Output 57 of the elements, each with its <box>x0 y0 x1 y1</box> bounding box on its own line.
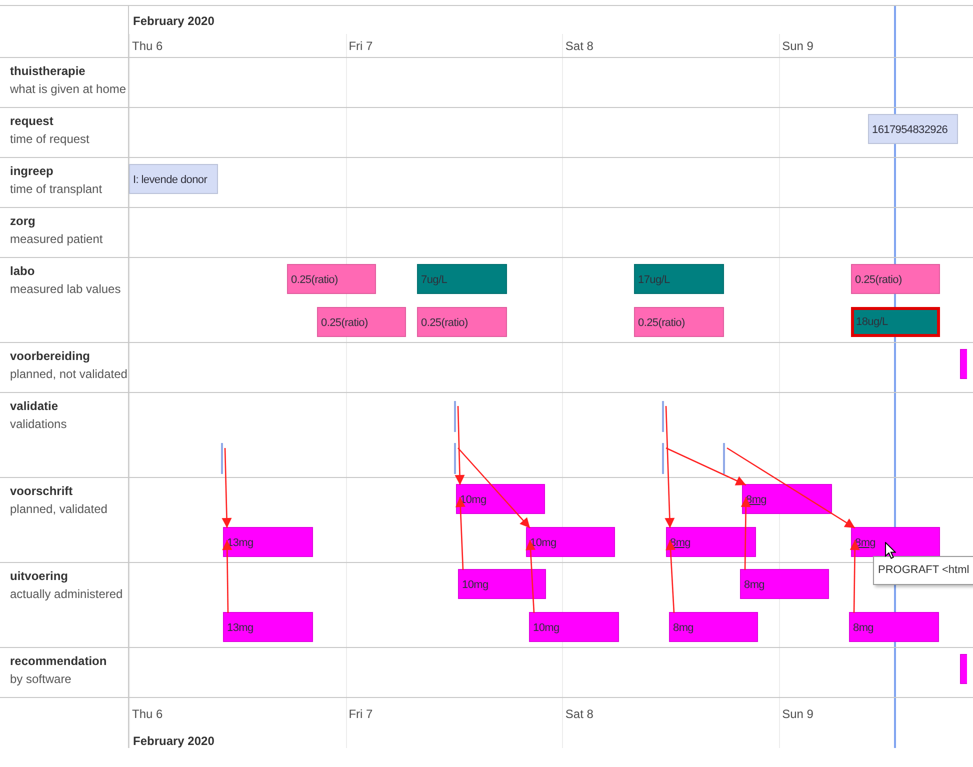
validation-marker[interactable] <box>454 401 456 432</box>
timeline-item[interactable]: 8mg <box>740 569 829 599</box>
timeline-item[interactable]: 17ug/L <box>634 264 724 294</box>
group-title: thuistherapie <box>10 63 86 80</box>
group-subtitle: time of transplant <box>10 181 102 198</box>
month-label: February 2020 <box>133 13 214 30</box>
timeline-item[interactable]: 0.25(ratio) <box>417 307 507 337</box>
group-subtitle: time of request <box>10 131 90 148</box>
group-title: request <box>10 113 54 130</box>
day-label: Fri 7 <box>348 706 373 723</box>
day-label: Thu 6 <box>132 38 163 55</box>
group-subtitle: planned, not validated <box>10 366 128 383</box>
group-subtitle: by software <box>10 671 72 688</box>
timeline-item[interactable]: 0.25(ratio) <box>317 307 406 337</box>
group-title: voorbereiding <box>10 348 90 365</box>
day-label: Fri 7 <box>348 38 373 55</box>
group-title: recommendation <box>10 653 107 670</box>
timeline-item[interactable]: 0.25(ratio) <box>851 264 940 294</box>
group-subtitle: planned, validated <box>10 501 108 518</box>
group-title: labo <box>10 263 35 280</box>
day-label: Sun 9 <box>782 38 814 55</box>
group-title: voorschrift <box>10 483 73 500</box>
month-label: February 2020 <box>133 733 214 748</box>
validation-marker[interactable] <box>723 443 725 474</box>
validation-marker[interactable] <box>662 443 664 474</box>
tooltip: PROGRAFT <html <box>873 556 973 584</box>
group-title: ingreep <box>10 163 54 180</box>
group-title: zorg <box>10 213 36 230</box>
timeline-item[interactable]: 10mg <box>456 484 545 514</box>
group-subtitle: what is given at home <box>10 81 126 98</box>
timeline-item[interactable]: 13mg <box>223 612 313 642</box>
group-subtitle: measured lab values <box>10 281 121 298</box>
timeline-item[interactable]: 10mg <box>458 569 546 599</box>
group-title: uitvoering <box>10 568 68 585</box>
group-subtitle: validations <box>10 416 67 433</box>
validation-marker[interactable] <box>662 401 664 432</box>
cursor-icon <box>885 542 896 559</box>
timeline-item[interactable]: I: levende donor <box>129 164 218 194</box>
day-label: Sun 9 <box>782 706 814 723</box>
group-subtitle: measured patient <box>10 231 103 248</box>
timeline-item[interactable]: 1617954832926 <box>868 114 958 144</box>
validation-marker[interactable] <box>221 443 223 474</box>
timeline-item[interactable]: 0.25(ratio) <box>634 307 724 337</box>
timeline-item[interactable]: 0.25(ratio) <box>287 264 376 294</box>
timeline-item[interactable]: 10mg <box>529 612 619 642</box>
day-label: Sat 8 <box>565 706 594 723</box>
day-label: Thu 6 <box>132 706 163 723</box>
day-label: Sat 8 <box>565 38 594 55</box>
timeline-item[interactable]: 18ug/L <box>851 307 940 337</box>
timeline-item[interactable]: 13mg <box>223 527 313 557</box>
group-title: validatie <box>10 398 58 415</box>
timeline-item[interactable]: 7ug/L <box>417 264 507 294</box>
timeline-item[interactable]: 8mg <box>849 612 939 642</box>
group-subtitle: actually administered <box>10 586 123 603</box>
timeline-item[interactable]: 10mg <box>526 527 615 557</box>
validation-marker[interactable] <box>454 443 456 474</box>
timeline-item[interactable]: 8mg <box>669 612 758 642</box>
